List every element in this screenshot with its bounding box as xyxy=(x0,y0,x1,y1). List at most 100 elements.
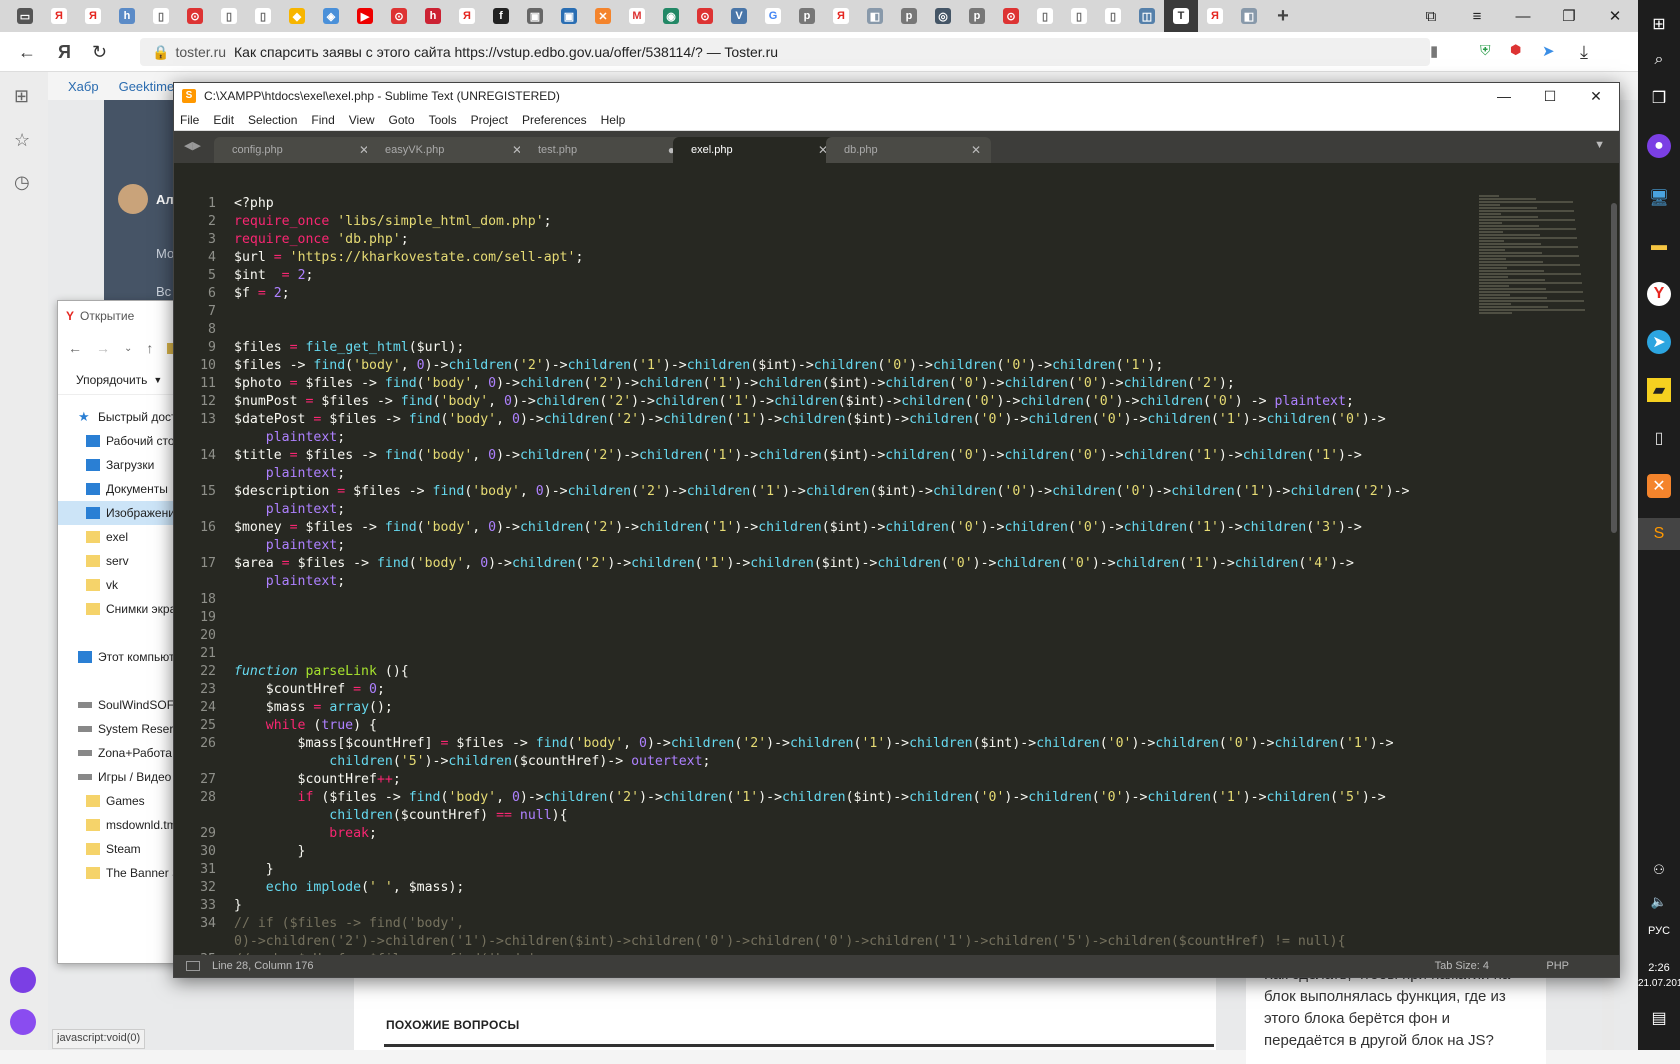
editor-tab[interactable]: easyVK.php ✕ xyxy=(367,137,532,163)
code-line[interactable] xyxy=(234,321,1474,339)
code-line[interactable]: $mass[$countHref] = $files -> find('body… xyxy=(234,735,1474,753)
code-line[interactable]: $money = $files -> find('body', 0)->chil… xyxy=(234,519,1474,537)
code-line[interactable]: $files = file_get_html($url); xyxy=(234,339,1474,357)
extension-adblock-icon[interactable]: ⬢ xyxy=(1510,42,1521,58)
alice-app-icon[interactable]: ● xyxy=(1647,134,1671,158)
menu-item-file[interactable]: File xyxy=(180,113,199,127)
browser-tab[interactable]: ◎ xyxy=(926,0,960,32)
sublime-app-icon[interactable]: S xyxy=(1638,518,1680,550)
code-line[interactable]: if ($files -> find('body', 0)->children(… xyxy=(234,789,1474,807)
volume-icon[interactable]: 🔈 xyxy=(1647,890,1671,914)
browser-tab[interactable]: Я xyxy=(824,0,858,32)
telegram-app-icon[interactable]: ➤ xyxy=(1647,330,1671,354)
bookmark-star-icon[interactable]: ▮ xyxy=(1430,42,1438,60)
tab-size-status[interactable]: Tab Size: 4 xyxy=(1435,960,1489,972)
menu-item-selection[interactable]: Selection xyxy=(248,113,297,127)
code-line[interactable]: echo implode(' ', $mass); xyxy=(234,879,1474,897)
close-icon[interactable]: ✕ xyxy=(1573,83,1619,109)
code-line[interactable]: plaintext; xyxy=(234,537,1474,555)
tab-list-dropdown-icon[interactable]: ▼ xyxy=(1594,139,1605,151)
browser-tab[interactable]: ▯ xyxy=(1062,0,1096,32)
code-line[interactable]: $numPost = $files -> find('body', 0)->ch… xyxy=(234,393,1474,411)
code-line[interactable]: } xyxy=(234,861,1474,879)
browser-tab[interactable]: ▯ xyxy=(1028,0,1062,32)
code-line[interactable]: require_once 'db.php'; xyxy=(234,231,1474,249)
browser-tab[interactable]: G xyxy=(756,0,790,32)
minimap[interactable] xyxy=(1479,195,1619,314)
browser-tab[interactable]: ✕ xyxy=(586,0,620,32)
code-line[interactable]: } xyxy=(234,897,1474,915)
browser-tab[interactable]: ◈ xyxy=(314,0,348,32)
browser-tab[interactable]: M xyxy=(620,0,654,32)
minimize-icon[interactable]: — xyxy=(1481,83,1527,109)
browser-tab[interactable]: ⊙ xyxy=(994,0,1028,32)
code-line[interactable]: $datePost = $files -> find('body', 0)->c… xyxy=(234,411,1474,429)
menu-item-edit[interactable]: Edit xyxy=(213,113,234,127)
code-line[interactable]: children('5')->children($countHref)-> ou… xyxy=(234,753,1474,771)
code-line[interactable]: // if ($files -> find('body', xyxy=(234,915,1474,933)
browser-tab[interactable]: p xyxy=(892,0,926,32)
extension-arrow-icon[interactable]: ➤ xyxy=(1542,42,1555,60)
code-line[interactable]: $title = $files -> find('body', 0)->chil… xyxy=(234,447,1474,465)
task-view-icon[interactable]: ❒ xyxy=(1647,86,1671,110)
organize-button[interactable]: Упорядочить xyxy=(76,373,147,387)
code-line[interactable]: while (true) { xyxy=(234,717,1474,735)
xampp-app-icon[interactable]: ✕ xyxy=(1647,474,1671,498)
browser-tab[interactable]: ◧ xyxy=(1232,0,1266,32)
browser-tab[interactable]: p xyxy=(790,0,824,32)
downloads-icon[interactable]: ⤓ xyxy=(1580,42,1588,63)
browser-tab[interactable]: ▶ xyxy=(348,0,382,32)
computer-app-icon[interactable]: 🖥 xyxy=(1647,186,1671,210)
browser-tab[interactable]: ▯ xyxy=(1096,0,1130,32)
keyboard-language[interactable]: РУС xyxy=(1638,925,1680,937)
syntax-status[interactable]: PHP xyxy=(1546,960,1569,972)
alice-voice-icon[interactable] xyxy=(10,1009,36,1035)
browser-tab[interactable]: ◧ xyxy=(858,0,892,32)
bookmark-habr[interactable]: Хабр xyxy=(68,79,99,94)
site-nav-item[interactable]: Вс xyxy=(156,284,171,299)
maximize-icon[interactable]: ☐ xyxy=(1527,83,1573,109)
code-editor[interactable]: 1 2 3 4 5 6 7 8 9 10 11 12 13 14 15 16 17 18 19 20 21 22 23 24 2… xyxy=(174,195,1619,963)
menu-item-tools[interactable]: Tools xyxy=(429,113,457,127)
code-line[interactable]: <?php xyxy=(234,195,1474,213)
code-line[interactable]: plaintext; xyxy=(234,573,1474,591)
code-line[interactable] xyxy=(234,303,1474,321)
extension-shield-icon[interactable]: ⛨ xyxy=(1480,42,1491,59)
code-line[interactable]: $description = $files -> find('body', 0)… xyxy=(234,483,1474,501)
code-line[interactable]: plaintext; xyxy=(234,501,1474,519)
restore-icon[interactable]: ❐ xyxy=(1546,0,1592,32)
code-line[interactable]: function parseLink (){ xyxy=(234,663,1474,681)
forward-arrow-icon[interactable]: → xyxy=(96,340,110,356)
back-icon[interactable]: ← xyxy=(18,42,36,63)
browser-tab[interactable]: ◆ xyxy=(280,0,314,32)
code-line[interactable]: $photo = $files -> find('body', 0)->chil… xyxy=(234,375,1474,393)
browser-tab[interactable]: ⊙ xyxy=(688,0,722,32)
browser-tab[interactable]: p xyxy=(960,0,994,32)
reload-icon[interactable]: ↻ xyxy=(92,42,107,63)
browser-tab[interactable]: ▯ xyxy=(246,0,280,32)
code-line[interactable]: plaintext; xyxy=(234,429,1474,447)
notifications-icon[interactable]: ▤ xyxy=(1647,1006,1671,1030)
code-area[interactable]: <?php require_once 'libs/simple_html_dom.… xyxy=(234,195,1474,963)
new-tab-button[interactable]: + xyxy=(1266,0,1300,32)
sticky-notes-app-icon[interactable]: ▰ xyxy=(1647,378,1671,402)
code-line[interactable]: } xyxy=(234,843,1474,861)
browser-tab[interactable]: Я xyxy=(450,0,484,32)
avatar[interactable] xyxy=(118,184,148,214)
site-nav-item[interactable]: Мо xyxy=(156,246,174,261)
browser-tab[interactable]: ⊙ xyxy=(382,0,416,32)
code-line[interactable]: require_once 'libs/simple_html_dom.php'; xyxy=(234,213,1474,231)
browser-tab[interactable]: h xyxy=(110,0,144,32)
alice-icon[interactable] xyxy=(10,967,36,993)
code-line[interactable]: plaintext; xyxy=(234,465,1474,483)
browser-tab[interactable]: ◫ xyxy=(1130,0,1164,32)
user-name[interactable]: Ал xyxy=(156,192,174,207)
windows-start-icon[interactable]: ⊞ xyxy=(1647,12,1671,36)
menu-item-help[interactable]: Help xyxy=(601,113,626,127)
history-clock-icon[interactable]: ◷ xyxy=(14,172,30,193)
code-line[interactable]: $files -> find('body', 0)->children('2')… xyxy=(234,357,1474,375)
menu-icon[interactable]: ≡ xyxy=(1454,0,1500,32)
notepad-app-icon[interactable]: ▯ xyxy=(1647,426,1671,450)
browser-tab[interactable]: ▣ xyxy=(552,0,586,32)
search-icon[interactable]: ⌕ xyxy=(1647,48,1671,72)
